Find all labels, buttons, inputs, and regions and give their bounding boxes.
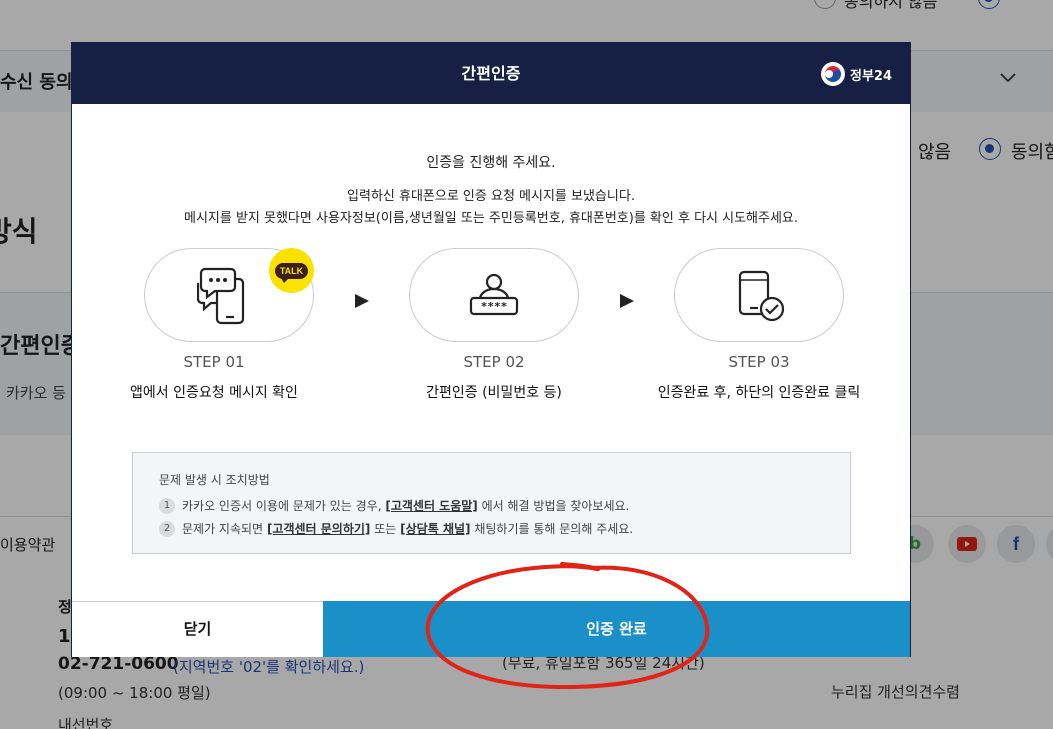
easy-auth-modal: 간편인증 정부24 인증을 진행해 주세요. 입력하신 휴대폰으로 인증 요청 … [71,42,911,657]
trouble-item-2-mid: 또는 [374,522,397,536]
chat-channel-link[interactable]: [상담톡 채널] [400,520,470,537]
contact-center-link[interactable]: [고객센터 문의하기] [267,520,370,537]
step-02-desc: 간편인증 (비밀번호 등) [426,385,562,401]
step-03-card [674,248,844,342]
modal-title: 간편인증 [461,64,521,83]
sent-notice: 입력하신 휴대폰으로 인증 요청 메시지를 보냈습니다. [347,189,635,204]
arrow-right-icon [355,294,369,308]
step-01-label: STEP 01 [183,353,245,371]
trouble-item-1: 1 카카오 인증서 이용에 문제가 있는 경우, [고객센터 도움말] 에서 해… [159,497,629,514]
trouble-item-2-post: 채팅하기를 통해 문의해 주세요. [474,522,634,536]
gov24-logo: 정부24 [820,61,892,87]
taegeuk-icon [820,62,845,86]
number-badge: 2 [159,520,175,537]
gov24-text: 정부24 [849,68,892,84]
number-badge: 1 [159,497,175,514]
trouble-item-2-pre: 문제가 지속되면 [182,522,264,536]
step-03-label: STEP 03 [728,353,790,371]
chat-phone-icon [197,267,245,325]
trouble-item-2: 2 문제가 지속되면 [고객센터 문의하기] 또는 [상담톡 채널] 채팅하기를… [159,520,633,537]
trouble-item-1-post: 에서 해결 방법을 찾아보세요. [481,499,630,513]
help-center-link[interactable]: [고객센터 도움말] [385,497,477,514]
intro-text: 인증을 진행해 주세요. [426,155,556,171]
step-02-card: **** [409,248,579,342]
arrow-right-icon [620,294,634,308]
modal-header: 간편인증 정부24 [72,43,910,104]
trouble-box: 문제 발생 시 조치방법 1 카카오 인증서 이용에 문제가 있는 경우, [고… [132,452,851,554]
trouble-title: 문제 발생 시 조치방법 [159,473,270,487]
kakao-talk-badge: TALK [269,248,314,293]
step-02-label: STEP 02 [463,353,525,371]
phone-check-icon [738,270,785,322]
step-01-desc: 앱에서 인증요청 메시지 확인 [130,385,298,401]
trouble-item-1-pre: 카카오 인증서 이용에 문제가 있는 경우, [182,499,382,513]
complete-auth-button[interactable]: 인증 완료 [323,601,910,657]
step-03-desc: 인증완료 후, 하단의 인증완료 클릭 [657,385,861,401]
retry-notice: 메시지를 받지 못했다면 사용자정보(이름,생년월일 또는 주민등록번호, 휴대… [183,211,799,226]
talk-badge-label: TALK [274,262,309,283]
password-user-icon: **** [469,273,519,316]
svg-text:****: **** [481,300,508,313]
close-button[interactable]: 닫기 [72,601,323,657]
